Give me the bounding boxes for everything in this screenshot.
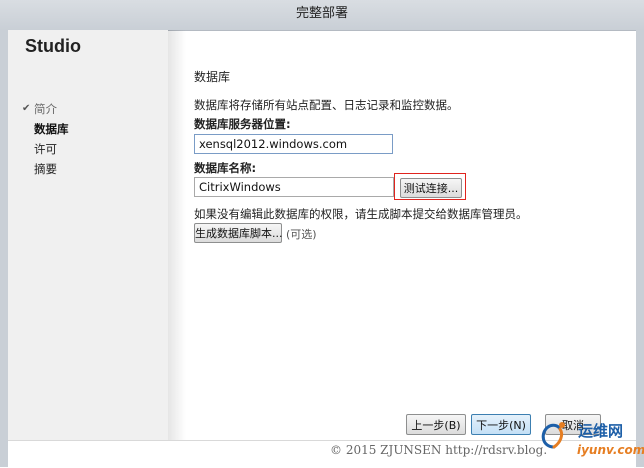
test-connection-button[interactable]: 测试连接...: [400, 178, 462, 198]
database-name-input[interactable]: [194, 177, 394, 197]
sidebar-shadow: [168, 30, 186, 440]
window-frame-right: [636, 30, 644, 467]
page-description: 数据库将存储所有站点配置、日志记录和监控数据。: [194, 98, 459, 112]
step-label: 简介: [34, 102, 57, 116]
server-location-label: 数据库服务器位置:: [194, 117, 291, 131]
step-label: 许可: [34, 142, 57, 156]
check-icon: ✔: [22, 103, 31, 114]
watermark-url: iyunv.com: [577, 443, 644, 457]
window-title: 完整部署: [295, 6, 348, 21]
generate-script-button[interactable]: 生成数据库脚本...: [194, 223, 283, 243]
sidebar-app-name: Studio: [25, 36, 81, 56]
page-title: 数据库: [194, 70, 231, 84]
wizard-steps: ✔ 简介 数据库 许可 摘要: [22, 99, 69, 179]
step-label: 摘要: [34, 162, 57, 176]
back-button[interactable]: 上一步(B): [406, 414, 466, 435]
permission-note: 如果没有编辑此数据库的权限，请生成脚本提交给数据库管理员。: [194, 207, 528, 221]
database-name-label: 数据库名称:: [194, 161, 257, 175]
step-intro: ✔ 简介: [22, 99, 69, 119]
step-database: 数据库: [22, 119, 69, 139]
watermark-logo-icon: [541, 422, 565, 449]
next-button[interactable]: 下一步(N): [471, 414, 531, 435]
wizard-sidebar: [8, 30, 168, 440]
optional-label: (可选): [286, 228, 317, 241]
watermark-brand: 运维网: [578, 422, 624, 440]
window-title-bar: 完整部署: [0, 0, 644, 31]
server-location-input[interactable]: [194, 134, 393, 154]
window-frame-left: [0, 30, 8, 467]
step-summary: 摘要: [22, 159, 69, 179]
step-license: 许可: [22, 139, 69, 159]
copyright-watermark: © 2015 ZJUNSEN http://rdsrv.blog.: [330, 443, 548, 457]
step-label: 数据库: [34, 122, 69, 136]
